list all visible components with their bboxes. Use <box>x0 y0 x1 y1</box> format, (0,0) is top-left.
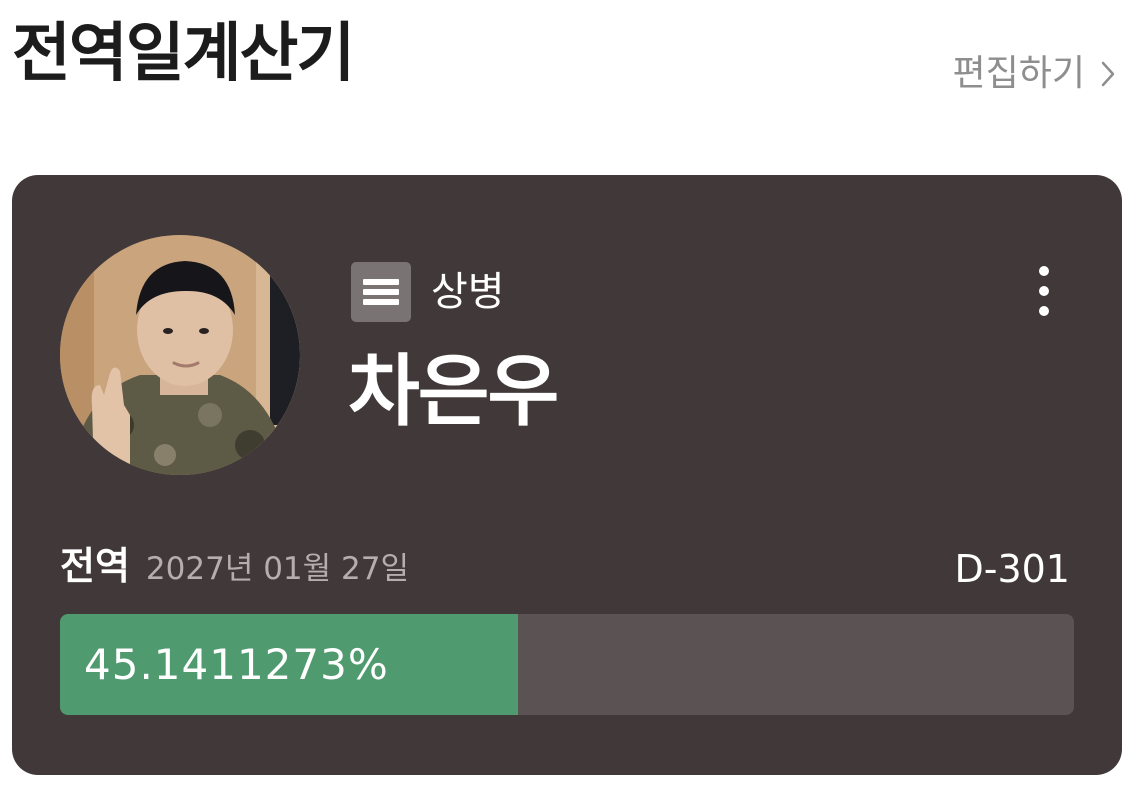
avatar[interactable] <box>60 235 300 475</box>
discharge-row: 전역 2027년 01월 27일 <box>60 547 409 585</box>
page-title: 전역일계산기 <box>12 17 355 91</box>
progress-bar: 45.1411273% <box>60 614 1074 715</box>
more-vertical-icon[interactable] <box>1028 265 1060 321</box>
dday-counter: D-301 <box>954 547 1070 591</box>
rank-label: 상병 <box>431 269 505 315</box>
rank-row: 상병 <box>351 262 505 322</box>
edit-button[interactable]: 편집하기 <box>953 56 1115 92</box>
discharge-card[interactable]: 상병 차은우 전역 2027년 01월 27일 D-301 45.1411273… <box>12 175 1122 775</box>
soldier-name: 차은우 <box>348 347 559 437</box>
profile-photo <box>60 235 300 475</box>
rank-stripes-icon <box>351 262 411 322</box>
discharge-label: 전역 <box>60 544 130 588</box>
progress-percentage: 45.1411273% <box>84 640 389 689</box>
chevron-right-icon <box>1101 61 1115 87</box>
discharge-date: 2027년 01월 27일 <box>145 551 409 587</box>
edit-label: 편집하기 <box>952 53 1085 94</box>
